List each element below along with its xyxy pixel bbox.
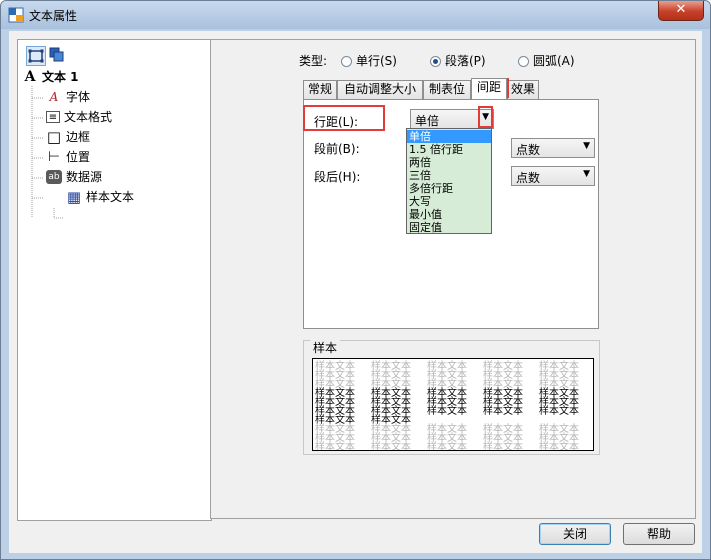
- app-icon: [8, 7, 24, 23]
- dropdown-option[interactable]: 1.5 倍行距: [409, 143, 463, 156]
- sample-word: 样本文本: [539, 442, 579, 451]
- sample-word: 样本文本: [315, 442, 355, 451]
- tab-tab-stops[interactable]: 制表位: [423, 80, 471, 99]
- data-source-icon: ab: [46, 169, 62, 184]
- dropdown-option[interactable]: 单倍: [407, 130, 491, 143]
- sample-word: 样本文本: [483, 406, 523, 417]
- sample-line: 样本文本 样本文本 样本文本 样本文本 样本文本: [315, 442, 593, 451]
- tab-effects[interactable]: 效果: [507, 80, 539, 99]
- chevron-down-icon: ▼: [583, 169, 590, 179]
- dropdown-arrow-highlight: [478, 106, 493, 128]
- space-after-unit-select[interactable]: 点数 ▼: [511, 166, 595, 186]
- tree-item-data-source[interactable]: ab 数据源: [46, 168, 102, 188]
- tree-item-position[interactable]: ⊢ 位置: [46, 148, 90, 168]
- tab-autofit[interactable]: 自动调整大小: [337, 80, 423, 99]
- properties-panel: 类型: 单行(S) 段落(P) 圆弧(A) 常规 自动调整大小 制表位 间距 效…: [210, 39, 696, 519]
- layers-icon: [49, 47, 64, 62]
- border-icon: □: [46, 127, 62, 146]
- single-object-view-button[interactable]: [26, 46, 46, 66]
- help-button[interactable]: 帮助: [623, 523, 695, 545]
- sample-text-icon: ▦: [66, 187, 82, 206]
- radio-arc[interactable]: 圆弧(A): [518, 52, 575, 69]
- font-icon: A: [49, 89, 59, 104]
- text-format-icon: ≡: [46, 110, 60, 123]
- space-after-label: 段后(H):: [314, 170, 361, 184]
- tab-spacing[interactable]: 间距: [471, 78, 507, 99]
- property-tree-panel: A 文本 1 A 字体 ≡ 文本格式 □ 边框 ⊢ 位置 ab 数据源 ▦ 样本…: [17, 39, 212, 521]
- radio-paragraph[interactable]: 段落(P): [430, 52, 486, 69]
- dropdown-option[interactable]: 最小值: [409, 208, 442, 221]
- dropdown-option[interactable]: 固定值: [409, 221, 442, 234]
- space-before-unit-select[interactable]: 点数 ▼: [511, 138, 595, 158]
- window-title: 文本属性: [29, 9, 78, 23]
- tree-item-text-format[interactable]: ≡ 文本格式: [46, 108, 112, 128]
- sample-group: 样本 样本文本 样本文本 样本文本 样本文本 样本文本 样本文本 样本文本 样本文本 样本文本样…: [303, 339, 600, 455]
- chevron-down-icon: ▼: [583, 141, 590, 151]
- sample-word: 样本文本: [539, 406, 579, 417]
- position-icon: ⊢: [47, 148, 61, 165]
- radio-indicator: [341, 56, 352, 67]
- text-properties-window: 文本属性 ✕ A 文本 1 A 字体 ≡ 文本格式 □ 边框 ⊢ 位置 ab 数…: [0, 0, 711, 560]
- type-label: 类型:: [299, 54, 328, 68]
- tree-item-text-1[interactable]: A 文本 1: [22, 68, 79, 88]
- dropdown-option[interactable]: 多倍行距: [409, 182, 453, 195]
- tree-item-sample-text[interactable]: ▦ 样本文本: [66, 188, 134, 208]
- text-object-icon: A: [24, 68, 36, 85]
- title-bar[interactable]: 文本属性 ✕: [1, 1, 710, 29]
- dropdown-option[interactable]: 大写: [409, 195, 431, 208]
- space-before-label: 段前(B):: [314, 142, 360, 156]
- close-button[interactable]: 关闭: [539, 523, 611, 545]
- radio-single-line[interactable]: 单行(S): [341, 52, 397, 69]
- sample-word: 样本文本: [427, 442, 467, 451]
- tab-general[interactable]: 常规: [303, 80, 337, 99]
- window-close-button[interactable]: ✕: [658, 1, 704, 21]
- sample-preview: 样本文本 样本文本 样本文本 样本文本 样本文本 样本文本 样本文本 样本文本 样本文本 样本文本…: [312, 358, 594, 451]
- sample-title: 样本: [310, 339, 341, 356]
- tree-item-font[interactable]: A 字体: [46, 88, 90, 108]
- dropdown-option[interactable]: 三倍: [409, 169, 431, 182]
- radio-indicator: [518, 56, 529, 67]
- sample-word: 样本文本: [371, 442, 411, 451]
- sample-word: 样本文本: [427, 406, 467, 417]
- radio-indicator-checked: [430, 56, 441, 67]
- dropdown-option[interactable]: 两倍: [409, 156, 431, 169]
- line-spacing-label-highlight: [303, 105, 385, 131]
- tree-item-border[interactable]: □ 边框: [46, 128, 90, 148]
- line-spacing-dropdown-list[interactable]: 单倍 1.5 倍行距 两倍 三倍 多倍行距 大写 最小值 固定值: [406, 128, 492, 234]
- object-frame-icon: [28, 49, 44, 63]
- sample-word: 样本文本: [483, 442, 523, 451]
- multi-object-view-button[interactable]: [48, 46, 68, 66]
